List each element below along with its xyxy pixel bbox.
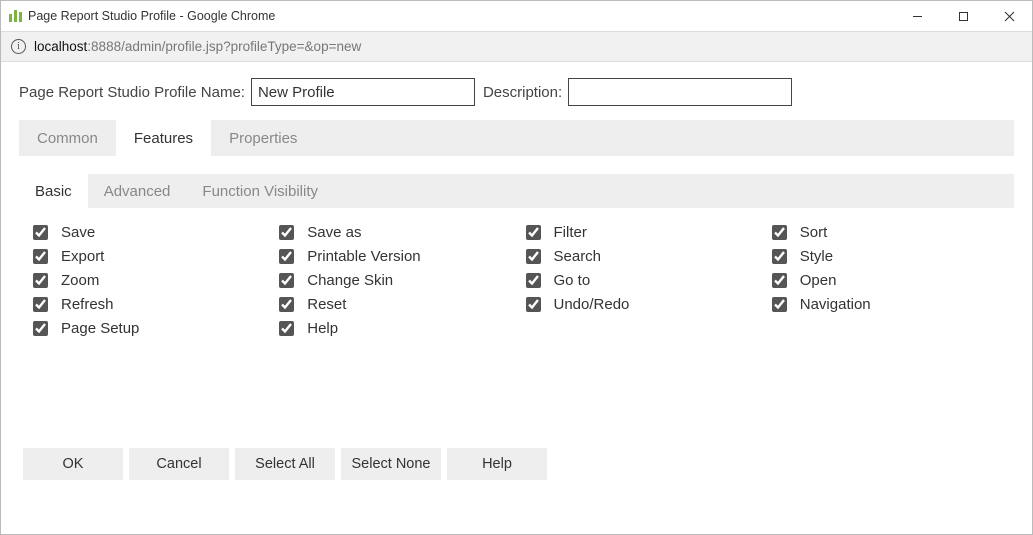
minimize-button[interactable] (894, 1, 940, 31)
features-grid: Save Export Zoom Refresh Page Setup Save as Pr… (19, 208, 1014, 448)
feature-column: Save Export Zoom Refresh Page Setup (29, 222, 265, 339)
feature-label: Help (307, 320, 338, 337)
feature-label: Reset (307, 296, 346, 313)
select-all-button[interactable]: Select All (235, 448, 335, 480)
tab-properties[interactable]: Properties (211, 120, 315, 156)
feature-sort[interactable]: Sort (768, 222, 1004, 243)
feature-save[interactable]: Save (29, 222, 265, 243)
feature-navigation[interactable]: Navigation (768, 294, 1004, 315)
tab-features[interactable]: Features (116, 120, 211, 156)
ok-button[interactable]: OK (23, 448, 123, 480)
subtab-basic[interactable]: Basic (19, 174, 88, 208)
feature-label: Refresh (61, 296, 114, 313)
help-button[interactable]: Help (447, 448, 547, 480)
feature-checkbox[interactable] (772, 225, 787, 240)
feature-checkbox[interactable] (279, 321, 294, 336)
main-tabs: CommonFeaturesProperties (19, 120, 1014, 156)
feature-style[interactable]: Style (768, 246, 1004, 267)
feature-checkbox[interactable] (279, 249, 294, 264)
app-icon (9, 10, 22, 22)
feature-checkbox[interactable] (33, 225, 48, 240)
action-buttons: OK Cancel Select All Select None Help (19, 448, 1014, 480)
url-text[interactable]: localhost:8888/admin/profile.jsp?profile… (34, 39, 361, 54)
feature-refresh[interactable]: Refresh (29, 294, 265, 315)
feature-label: Navigation (800, 296, 871, 313)
sub-tabs: BasicAdvancedFunction Visibility (19, 174, 1014, 208)
feature-checkbox[interactable] (279, 273, 294, 288)
feature-checkbox[interactable] (33, 321, 48, 336)
window-titlebar: Page Report Studio Profile - Google Chro… (1, 1, 1032, 32)
feature-label: Save as (307, 224, 361, 241)
feature-label: Export (61, 248, 104, 265)
feature-help[interactable]: Help (275, 318, 511, 339)
feature-reset[interactable]: Reset (275, 294, 511, 315)
feature-go-to[interactable]: Go to (522, 270, 758, 291)
feature-checkbox[interactable] (279, 225, 294, 240)
feature-checkbox[interactable] (33, 249, 48, 264)
feature-label: Zoom (61, 272, 99, 289)
feature-label: Go to (554, 272, 591, 289)
window-title: Page Report Studio Profile - Google Chro… (28, 9, 894, 23)
feature-column: Sort Style Open Navigation (768, 222, 1004, 339)
feature-checkbox[interactable] (33, 297, 48, 312)
site-info-icon[interactable]: i (11, 39, 26, 54)
select-none-button[interactable]: Select None (341, 448, 441, 480)
feature-column: Save as Printable Version Change Skin Reset… (275, 222, 511, 339)
feature-checkbox[interactable] (772, 297, 787, 312)
feature-label: Save (61, 224, 95, 241)
feature-label: Search (554, 248, 602, 265)
feature-checkbox[interactable] (526, 273, 541, 288)
feature-change-skin[interactable]: Change Skin (275, 270, 511, 291)
feature-zoom[interactable]: Zoom (29, 270, 265, 291)
feature-label: Filter (554, 224, 587, 241)
maximize-button[interactable] (940, 1, 986, 31)
feature-label: Open (800, 272, 837, 289)
feature-label: Undo/Redo (554, 296, 630, 313)
feature-checkbox[interactable] (526, 297, 541, 312)
url-host: localhost (34, 39, 87, 54)
feature-printable-version[interactable]: Printable Version (275, 246, 511, 267)
profile-name-input[interactable] (251, 78, 475, 106)
feature-save-as[interactable]: Save as (275, 222, 511, 243)
feature-search[interactable]: Search (522, 246, 758, 267)
feature-label: Page Setup (61, 320, 139, 337)
feature-page-setup[interactable]: Page Setup (29, 318, 265, 339)
feature-checkbox[interactable] (526, 225, 541, 240)
profile-form-row: Page Report Studio Profile Name: Descrip… (19, 78, 1014, 106)
close-button[interactable] (986, 1, 1032, 31)
description-label: Description: (483, 84, 562, 101)
window-controls (894, 1, 1032, 31)
feature-column: Filter Search Go to Undo/Redo (522, 222, 758, 339)
profile-name-label: Page Report Studio Profile Name: (19, 84, 245, 101)
feature-undo-redo[interactable]: Undo/Redo (522, 294, 758, 315)
url-path: :8888/admin/profile.jsp?profileType=&op=… (87, 39, 361, 54)
feature-checkbox[interactable] (772, 273, 787, 288)
feature-label: Printable Version (307, 248, 420, 265)
feature-open[interactable]: Open (768, 270, 1004, 291)
tab-common[interactable]: Common (19, 120, 116, 156)
address-bar: i localhost:8888/admin/profile.jsp?profi… (1, 32, 1032, 62)
feature-filter[interactable]: Filter (522, 222, 758, 243)
feature-checkbox[interactable] (279, 297, 294, 312)
cancel-button[interactable]: Cancel (129, 448, 229, 480)
feature-label: Style (800, 248, 833, 265)
subtab-function-visibility[interactable]: Function Visibility (186, 174, 334, 208)
feature-checkbox[interactable] (33, 273, 48, 288)
feature-checkbox[interactable] (526, 249, 541, 264)
description-input[interactable] (568, 78, 792, 106)
feature-checkbox[interactable] (772, 249, 787, 264)
feature-label: Change Skin (307, 272, 393, 289)
subtab-advanced[interactable]: Advanced (88, 174, 187, 208)
feature-label: Sort (800, 224, 828, 241)
feature-export[interactable]: Export (29, 246, 265, 267)
